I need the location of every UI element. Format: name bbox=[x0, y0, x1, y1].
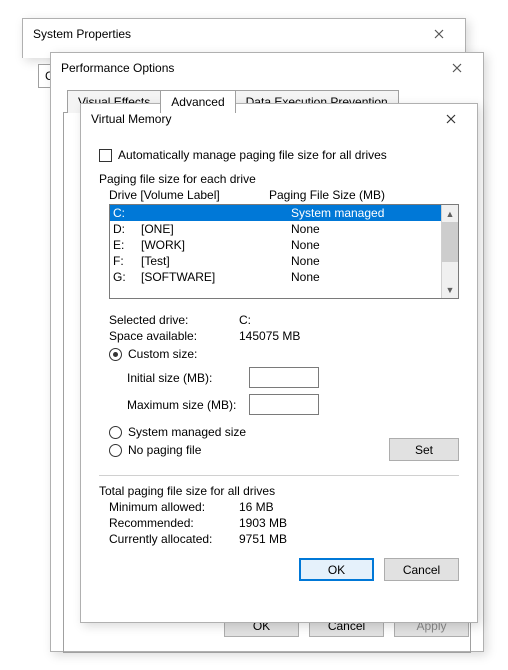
drive-listbox[interactable]: C:System managedD:[ONE]NoneE:[WORK]NoneF… bbox=[109, 204, 459, 299]
drive-letter: G: bbox=[113, 269, 141, 285]
drive-letter: C: bbox=[113, 205, 141, 221]
drive-size: None bbox=[291, 269, 441, 285]
auto-manage-label: Automatically manage paging file size fo… bbox=[118, 148, 387, 162]
drive-list-header: Drive [Volume Label] Paging File Size (M… bbox=[109, 188, 459, 202]
system-properties-title: System Properties bbox=[33, 27, 419, 41]
totals-header: Total paging file size for all drives bbox=[99, 484, 459, 498]
radio-system-managed[interactable]: System managed size bbox=[109, 425, 246, 439]
drive-size: None bbox=[291, 253, 441, 269]
tab-advanced[interactable]: Advanced bbox=[160, 90, 235, 113]
selected-drive-value: C: bbox=[239, 313, 251, 327]
space-available-label: Space available: bbox=[109, 329, 239, 343]
radio-no-paging[interactable]: No paging file bbox=[109, 443, 246, 457]
drive-letter: D: bbox=[113, 221, 141, 237]
drive-size: System managed bbox=[291, 205, 441, 221]
radio-icon bbox=[109, 444, 122, 457]
maximum-size-label: Maximum size (MB): bbox=[127, 398, 249, 412]
radio-custom-size[interactable]: Custom size: bbox=[109, 347, 459, 361]
drive-letter: E: bbox=[113, 237, 141, 253]
drive-size: None bbox=[291, 221, 441, 237]
drive-label: [SOFTWARE] bbox=[141, 269, 291, 285]
performance-options-titlebar: Performance Options bbox=[51, 53, 483, 83]
set-button[interactable]: Set bbox=[389, 438, 459, 461]
drive-letter: F: bbox=[113, 253, 141, 269]
radio-icon bbox=[109, 426, 122, 439]
initial-size-label: Initial size (MB): bbox=[127, 371, 249, 385]
performance-options-title: Performance Options bbox=[61, 61, 437, 75]
virtual-memory-titlebar: Virtual Memory bbox=[81, 104, 477, 134]
drive-row[interactable]: C: System managed bbox=[110, 205, 441, 221]
space-available-value: 145075 MB bbox=[239, 329, 300, 343]
divider bbox=[99, 475, 459, 476]
min-allowed-label: Minimum allowed: bbox=[109, 500, 239, 514]
virtual-memory-button-row: OK Cancel bbox=[99, 558, 459, 581]
auto-manage-checkbox[interactable]: Automatically manage paging file size fo… bbox=[99, 148, 459, 162]
custom-size-label: Custom size: bbox=[128, 347, 197, 361]
close-icon[interactable] bbox=[437, 55, 477, 81]
drive-row[interactable]: F:[Test]None bbox=[110, 253, 441, 269]
no-paging-label: No paging file bbox=[128, 443, 201, 457]
virtual-memory-dialog: Virtual Memory Automatically manage pagi… bbox=[80, 103, 478, 623]
selected-drive-label: Selected drive: bbox=[109, 313, 239, 327]
scroll-thumb[interactable] bbox=[442, 222, 458, 262]
min-allowed-value: 16 MB bbox=[239, 500, 274, 514]
system-managed-label: System managed size bbox=[128, 425, 246, 439]
ok-button[interactable]: OK bbox=[299, 558, 374, 581]
drive-row[interactable]: D:[ONE]None bbox=[110, 221, 441, 237]
close-icon[interactable] bbox=[419, 21, 459, 47]
header-drive: Drive [Volume Label] bbox=[109, 188, 269, 202]
cancel-button[interactable]: Cancel bbox=[384, 558, 459, 581]
recommended-label: Recommended: bbox=[109, 516, 239, 530]
drive-label: [WORK] bbox=[141, 237, 291, 253]
radio-icon bbox=[109, 348, 122, 361]
drive-label: [ONE] bbox=[141, 221, 291, 237]
scrollbar[interactable]: ▲ ▼ bbox=[441, 205, 458, 298]
current-allocated-label: Currently allocated: bbox=[109, 532, 239, 546]
close-icon[interactable] bbox=[431, 106, 471, 132]
drive-row[interactable]: E:[WORK]None bbox=[110, 237, 441, 253]
scroll-down-icon[interactable]: ▼ bbox=[442, 281, 458, 298]
virtual-memory-title: Virtual Memory bbox=[91, 112, 431, 126]
drive-label bbox=[141, 205, 291, 221]
drive-row[interactable]: G:[SOFTWARE]None bbox=[110, 269, 441, 285]
drive-label: [Test] bbox=[141, 253, 291, 269]
drive-size: None bbox=[291, 237, 441, 253]
section-each-drive: Paging file size for each drive bbox=[99, 172, 459, 186]
current-allocated-value: 9751 MB bbox=[239, 532, 287, 546]
recommended-value: 1903 MB bbox=[239, 516, 287, 530]
header-size: Paging File Size (MB) bbox=[269, 188, 385, 202]
initial-size-input[interactable] bbox=[249, 367, 319, 388]
checkbox-icon bbox=[99, 149, 112, 162]
scroll-up-icon[interactable]: ▲ bbox=[442, 205, 458, 222]
maximum-size-input[interactable] bbox=[249, 394, 319, 415]
system-properties-titlebar: System Properties bbox=[23, 19, 465, 49]
